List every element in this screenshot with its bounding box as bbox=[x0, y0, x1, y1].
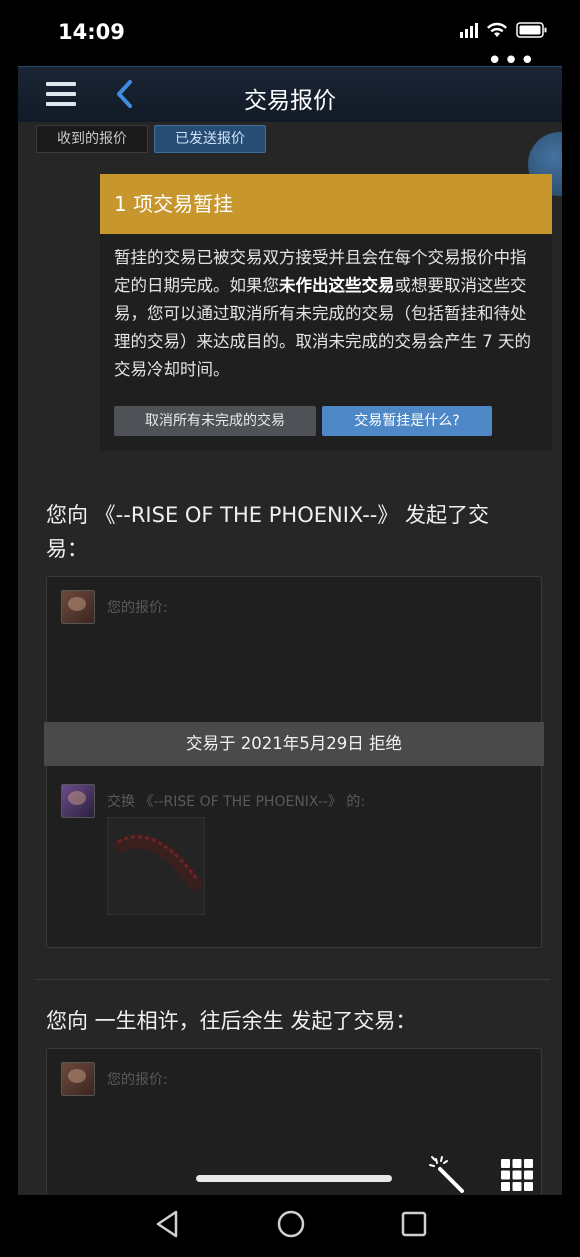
escrow-notice: 1 项交易暂挂 暂挂的交易已被交易双方接受并且会在每个交易报价中指定的日期完成。… bbox=[100, 174, 552, 451]
magic-wand-icon[interactable] bbox=[428, 1155, 468, 1195]
top-nav-bar: 交易报价 bbox=[18, 66, 562, 123]
avatar[interactable] bbox=[61, 784, 95, 818]
divider bbox=[36, 979, 550, 980]
android-navigation-bar bbox=[0, 1195, 580, 1257]
item-image-icon bbox=[112, 834, 204, 892]
nav-recent-square-icon[interactable] bbox=[400, 1210, 428, 1242]
cancel-all-trades-button[interactable]: 取消所有未完成的交易 bbox=[114, 406, 316, 436]
trade-offers-content: 收到的报价 已发送报价 1 项交易暂挂 暂挂的交易已被交易双方接受并且会在每个交… bbox=[18, 122, 562, 1195]
phone-screen: 14:09 ••• 交易报价 收到的报价 已发送报价 1 项交易暂挂 暂挂的交易… bbox=[18, 0, 562, 1195]
trade-title: 您向 一生相许，往后余生 发起了交易： bbox=[46, 1009, 417, 1033]
wifi-icon bbox=[486, 22, 508, 38]
home-indicator[interactable] bbox=[196, 1175, 392, 1182]
status-icons bbox=[460, 22, 548, 38]
notice-text-bold: 未作出这些交易 bbox=[279, 276, 395, 295]
signal-icon bbox=[460, 22, 478, 38]
tab-sent-offers[interactable]: 已发送报价 bbox=[154, 125, 266, 153]
page-title: 交易报价 bbox=[244, 88, 336, 114]
battery-icon bbox=[516, 22, 548, 38]
grid-menu-icon[interactable] bbox=[500, 1158, 534, 1195]
more-options-icon[interactable]: ••• bbox=[487, 48, 536, 74]
avatar[interactable] bbox=[61, 1062, 95, 1096]
notice-body: 暂挂的交易已被交易双方接受并且会在每个交易报价中指定的日期完成。如果您未作出这些… bbox=[100, 234, 552, 384]
what-is-escrow-button[interactable]: 交易暂挂是什么? bbox=[322, 406, 492, 436]
offer-tabs: 收到的报价 已发送报价 bbox=[36, 125, 266, 153]
exchange-label: 交换 《--RISE OF THE PHOENIX--》 的: bbox=[107, 794, 366, 810]
status-time: 14:09 bbox=[58, 20, 125, 44]
status-bar: 14:09 ••• bbox=[18, 0, 562, 74]
your-offer-label: 您的报价: bbox=[107, 600, 168, 616]
item-thumbnail[interactable] bbox=[107, 817, 205, 915]
trade-title: 您向 《--RISE OF THE PHOENIX--》 发起了交易： bbox=[46, 503, 490, 561]
notice-header: 1 项交易暂挂 bbox=[100, 174, 552, 234]
avatar[interactable] bbox=[61, 590, 95, 624]
tab-received-offers[interactable]: 收到的报价 bbox=[36, 125, 148, 153]
nav-back-triangle-icon[interactable] bbox=[154, 1209, 180, 1243]
nav-home-circle-icon[interactable] bbox=[276, 1209, 306, 1243]
declined-status-bar: 交易于 2021年5月29日 拒绝 bbox=[44, 722, 544, 766]
notice-buttons: 取消所有未完成的交易 交易暂挂是什么? bbox=[114, 406, 492, 436]
your-offer-label: 您的报价: bbox=[107, 1072, 168, 1088]
